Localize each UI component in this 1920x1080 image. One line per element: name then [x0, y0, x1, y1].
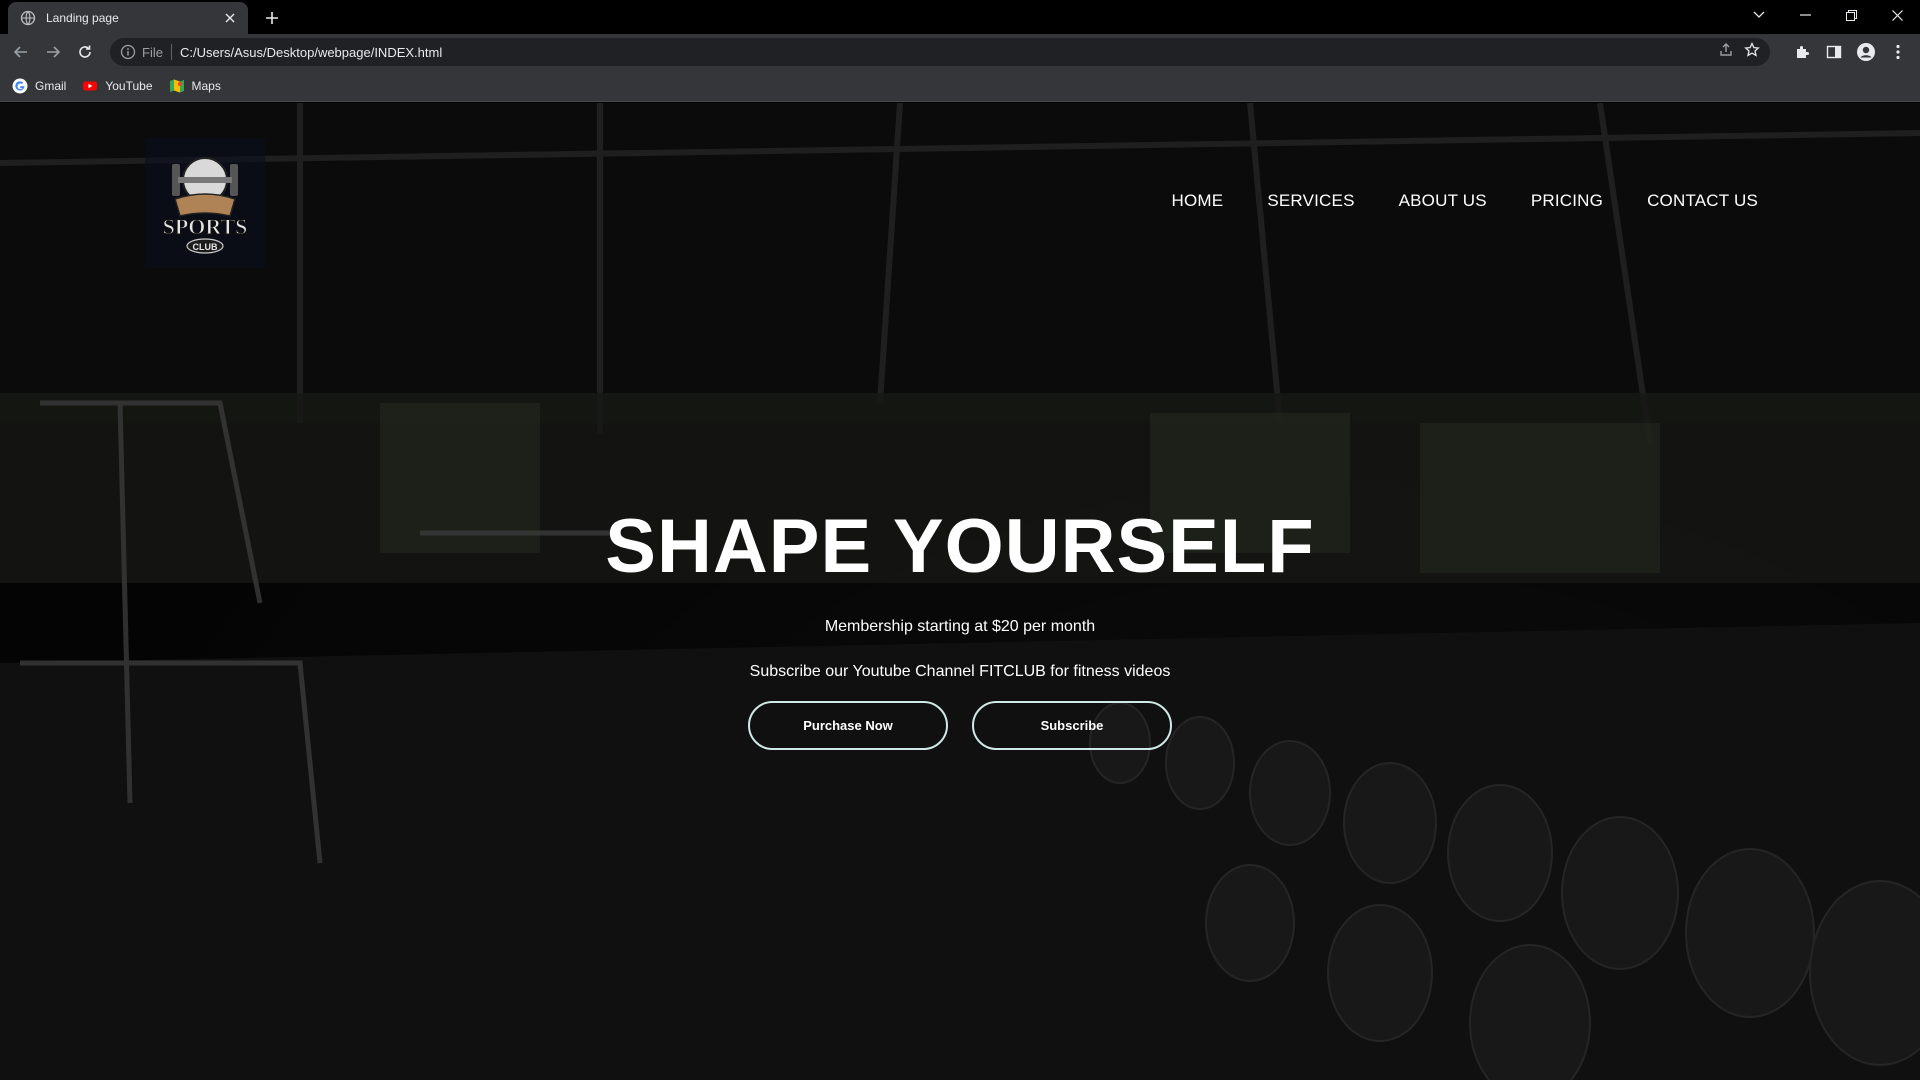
youtube-icon — [82, 78, 98, 94]
minimize-icon[interactable] — [1782, 0, 1828, 30]
bookmark-label: Maps — [191, 78, 221, 93]
browser-toolbar: File C:/Users/Asus/Desktop/webpage/INDEX… — [0, 34, 1920, 70]
bookmark-label: YouTube — [105, 78, 153, 93]
address-actions — [1718, 41, 1760, 63]
back-arrow-icon[interactable] — [9, 40, 33, 64]
logo-emblem: SPORTS CLUB — [150, 144, 260, 262]
address-bar[interactable]: File C:/Users/Asus/Desktop/webpage/INDEX… — [110, 38, 1770, 66]
close-window-icon[interactable] — [1874, 0, 1920, 30]
browser-tab[interactable]: Landing page — [8, 2, 248, 34]
restore-icon[interactable] — [1828, 0, 1874, 30]
window-controls — [1736, 0, 1920, 30]
hero-section: SHAPE YOURSELF Membership starting at $2… — [0, 503, 1920, 750]
purchase-now-button[interactable]: Purchase Now — [748, 701, 948, 750]
page-viewport: SPORTS CLUB HOME SERVICES ABOUT US PRICI… — [0, 103, 1920, 1080]
nav-pricing[interactable]: PRICING — [1531, 191, 1603, 211]
tab-search-icon[interactable] — [1736, 0, 1782, 30]
bookmark-youtube[interactable]: YouTube — [82, 78, 153, 94]
hero-membership-text: Membership starting at $20 per month — [824, 618, 1096, 635]
nav-about-us[interactable]: ABOUT US — [1399, 191, 1487, 211]
bookmark-maps[interactable]: Maps — [169, 78, 221, 94]
svg-text:CLUB: CLUB — [193, 242, 218, 252]
subscribe-button[interactable]: Subscribe — [972, 701, 1172, 750]
hero-subscribe-text: Subscribe our Youtube Channel FITCLUB fo… — [749, 663, 1171, 680]
bookmark-label: Gmail — [35, 78, 67, 93]
profile-avatar-icon[interactable] — [1854, 40, 1878, 64]
maps-icon — [169, 78, 185, 94]
close-tab-icon[interactable] — [222, 10, 238, 26]
share-icon[interactable] — [1718, 42, 1734, 63]
reload-icon[interactable] — [73, 40, 97, 64]
address-scheme: File — [142, 44, 163, 60]
info-icon[interactable] — [120, 44, 136, 60]
google-icon — [12, 78, 28, 94]
globe-icon — [20, 10, 36, 26]
nav-home[interactable]: HOME — [1172, 191, 1224, 211]
nav-services[interactable]: SERVICES — [1267, 191, 1354, 211]
bookmarks-bar: Gmail YouTube Maps — [0, 70, 1920, 102]
new-tab-button[interactable] — [260, 6, 284, 30]
side-panel-icon[interactable] — [1822, 40, 1846, 64]
menu-kebab-icon[interactable] — [1886, 40, 1910, 64]
hero-buttons: Purchase Now Subscribe — [0, 701, 1920, 750]
hero-title: SHAPE YOURSELF — [605, 504, 1315, 589]
address-url[interactable]: C:/Users/Asus/Desktop/webpage/INDEX.html — [180, 45, 1718, 60]
address-divider — [170, 44, 172, 60]
tab-title: Landing page — [46, 11, 119, 25]
svg-text:SPORTS: SPORTS — [163, 214, 248, 239]
nav-contact-us[interactable]: CONTACT US — [1647, 191, 1758, 211]
bookmark-gmail[interactable]: Gmail — [12, 78, 66, 94]
tab-strip: Landing page — [0, 0, 1920, 34]
main-navigation: HOME SERVICES ABOUT US PRICING CONTACT U… — [1172, 191, 1758, 211]
extensions-icon[interactable] — [1790, 40, 1814, 64]
sports-club-logo[interactable]: SPORTS CLUB — [145, 138, 265, 268]
forward-arrow-icon[interactable] — [41, 40, 65, 64]
bookmark-star-icon[interactable] — [1744, 41, 1760, 63]
